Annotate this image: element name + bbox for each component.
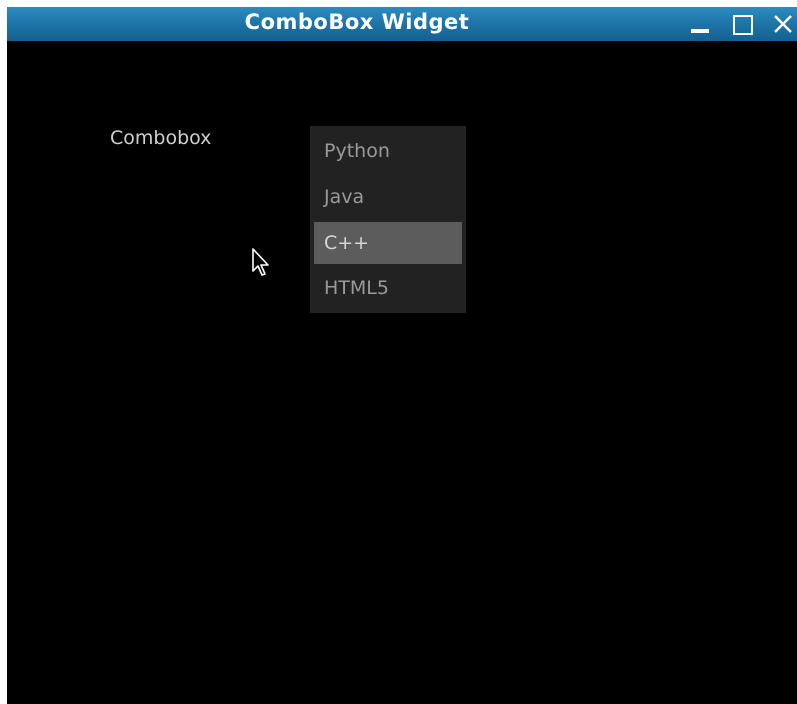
window-title: ComboBox Widget [244, 10, 470, 34]
combobox-dropdown-list[interactable]: Python Java C++ HTML5 [310, 126, 466, 313]
arrow-cursor-icon [252, 248, 269, 276]
window-content: Combobox Python Java C++ HTML5 [7, 41, 797, 704]
combobox-option-cpp[interactable]: C++ [314, 222, 462, 264]
combobox-option-html5[interactable]: HTML5 [314, 267, 462, 309]
minimize-icon [691, 29, 709, 33]
close-button[interactable] [772, 13, 794, 35]
maximize-button[interactable] [732, 13, 754, 35]
minimize-button[interactable] [689, 13, 711, 35]
combobox-option-python[interactable]: Python [314, 130, 462, 172]
close-icon [774, 15, 792, 33]
maximize-icon [733, 15, 753, 35]
combobox-label: Combobox [110, 127, 212, 149]
combobox-option-java[interactable]: Java [314, 176, 462, 218]
app-window: ComboBox Widget Combobox Python Java C++… [7, 7, 797, 704]
titlebar[interactable]: ComboBox Widget [7, 7, 797, 41]
